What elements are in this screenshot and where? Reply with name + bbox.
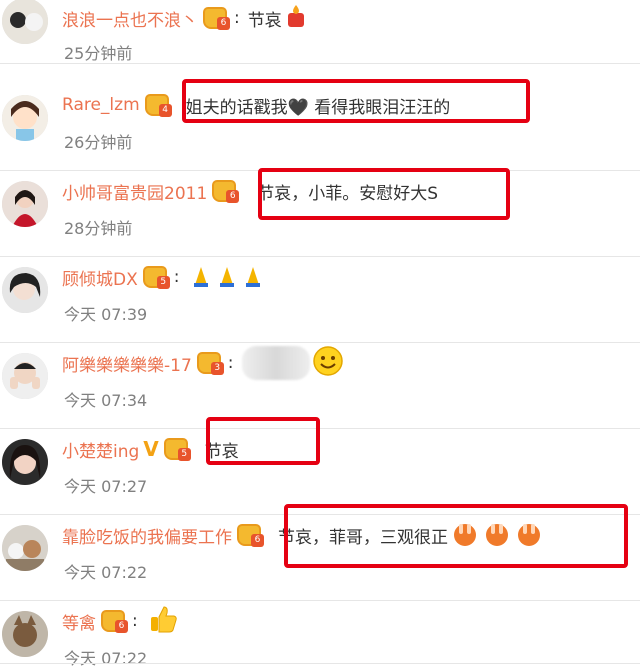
vip-crown-icon[interactable]: 5 (163, 437, 191, 461)
username[interactable]: 靠脸吃饭的我偏要工作 (62, 523, 232, 548)
highlight-box (182, 79, 530, 123)
comment-header: 阿樂樂樂樂樂-17 3 : (62, 345, 344, 382)
username[interactable]: 浪浪一点也不浪丶 (62, 6, 198, 31)
thumbs-up-emoji-icon (148, 604, 178, 639)
comment-item: 阿樂樂樂樂樂-17 3 : 今天 07:34 (0, 343, 640, 429)
vip-crown-icon[interactable]: 6 (202, 6, 230, 30)
timestamp: 今天 07:39 (64, 305, 148, 324)
highlight-box (284, 504, 628, 568)
comment-header: 等禽 6 : (62, 605, 178, 637)
username[interactable]: 等禽 (62, 609, 96, 634)
comment-list: 浪浪一点也不浪丶 6 : 节哀 25分钟前 Rare_lzm 4 姐夫的话戳我🖤… (0, 0, 640, 668)
comment-item: 小楚楚ing V 5 节哀 今天 07:27 (0, 429, 640, 515)
vip-crown-icon[interactable]: 4 (144, 93, 172, 117)
timestamp: 今天 07:22 (64, 649, 148, 668)
vip-crown-icon[interactable]: 6 (100, 609, 128, 633)
comment-item: 顾倾城DX 5 : 今天 07:39 (0, 257, 640, 343)
avatar[interactable] (2, 181, 48, 227)
colon: : (227, 353, 234, 373)
timestamp: 28分钟前 (64, 219, 133, 238)
comment-item: 浪浪一点也不浪丶 6 : 节哀 25分钟前 (0, 0, 640, 64)
highlight-box (206, 417, 320, 465)
colon: : (132, 611, 138, 631)
avatar[interactable] (2, 525, 48, 571)
username[interactable]: Rare_lzm (62, 95, 140, 115)
username[interactable]: 小帅哥富贵园2011 (62, 179, 207, 204)
verified-v-icon[interactable]: V (143, 437, 158, 461)
avatar[interactable] (2, 611, 48, 657)
colon: : (234, 8, 240, 28)
vip-crown-icon[interactable]: 6 (211, 179, 240, 203)
avatar[interactable] (2, 353, 48, 399)
timestamp: 25分钟前 (64, 44, 133, 63)
vip-crown-icon[interactable]: 5 (142, 265, 170, 289)
colon: : (173, 267, 180, 287)
username[interactable]: 小楚楚ing (62, 437, 139, 462)
timestamp: 今天 07:34 (64, 391, 148, 410)
timestamp: 今天 07:22 (64, 563, 148, 582)
avatar[interactable] (2, 267, 48, 313)
vip-crown-icon[interactable]: 3 (196, 351, 224, 375)
comment-text: 节哀 (247, 10, 282, 31)
timestamp: 今天 07:27 (64, 477, 148, 496)
candle-emoji-icon (284, 3, 308, 34)
comment-item: 等禽 6 : 今天 07:22 (0, 601, 640, 668)
highlight-box (258, 168, 510, 220)
vip-crown-icon[interactable]: 6 (236, 523, 264, 547)
username[interactable]: 顾倾城DX (62, 265, 138, 290)
smiley-emoji-icon (312, 345, 344, 382)
comment-header: 浪浪一点也不浪丶 6 : 节哀 (62, 2, 308, 34)
username[interactable]: 阿樂樂樂樂樂-17 (62, 351, 192, 376)
avatar[interactable] (2, 439, 48, 485)
blurred-content (241, 346, 310, 380)
avatar[interactable] (2, 95, 48, 141)
comment-header: 顾倾城DX 5 : (62, 261, 269, 293)
pray-hands-emoji-icon (189, 263, 269, 292)
avatar[interactable] (2, 0, 48, 44)
timestamp: 26分钟前 (64, 133, 133, 152)
